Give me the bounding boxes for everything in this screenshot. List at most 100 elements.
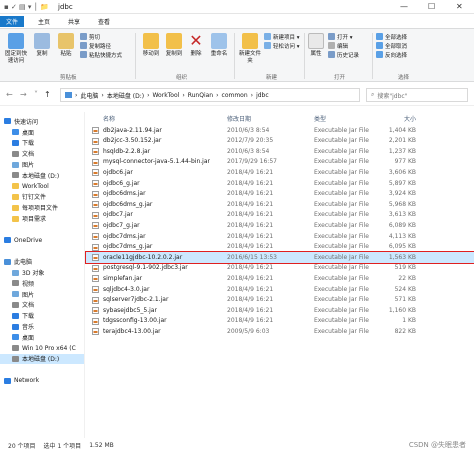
sidebar-item[interactable]: 钉钉文件 <box>0 192 84 203</box>
sidebar-item[interactable]: 快速访问 <box>0 116 84 127</box>
file-row[interactable]: ojdbc7_g.jar 2018/4/9 16:21 Executable Jar… <box>86 220 474 231</box>
close-button[interactable]: ✕ <box>456 2 463 11</box>
sidebar-item[interactable] <box>0 364 84 375</box>
file-row[interactable]: ojdbc7dms_g.jar 2018/4/9 16:21 Executable … <box>86 242 474 253</box>
breadcrumb-item[interactable]: WorkTool <box>152 92 179 99</box>
file-size: 571 KB <box>394 296 416 304</box>
search-input[interactable]: ⌕ 搜索"jdbc" <box>366 88 468 102</box>
open-button[interactable]: 打开 ▾ <box>328 32 359 41</box>
sidebar-item[interactable]: WorkTool <box>0 181 84 192</box>
file-row[interactable]: ojdbc6dms.jar 2018/4/9 16:21 Executable Ja… <box>86 189 474 200</box>
maximize-button[interactable]: ☐ <box>428 2 435 11</box>
file-row[interactable]: terajdbc4-13.00.jar 2009/5/9 6:03 Executab… <box>86 326 474 337</box>
column-header-date[interactable]: 修改日期 <box>227 114 251 123</box>
sidebar-item[interactable]: 下载 <box>0 310 84 321</box>
file-row[interactable]: tdgssconfig-13.00.jar 2018/4/9 16:21 Execu… <box>86 316 474 327</box>
tab-view[interactable]: 查看 <box>92 16 116 27</box>
sidebar-item[interactable]: 文档 <box>0 148 84 159</box>
select-none-button[interactable]: 全部取消 <box>376 41 407 50</box>
title-bar: ▪ ✓ ▤ ▾ │ 📁 jdbc — ☐ ✕ <box>0 0 474 14</box>
easy-access-button[interactable]: 轻松访问 ▾ <box>264 41 300 50</box>
sidebar-item[interactable]: 下载 <box>0 138 84 149</box>
sidebar-item[interactable]: Win 10 Pro x64 (C <box>0 343 84 354</box>
open-icon <box>328 33 335 40</box>
sidebar-item[interactable]: 本地磁盘 (D:) <box>0 170 84 181</box>
invert-selection-button[interactable]: 反向选择 <box>376 50 407 59</box>
sidebar-item[interactable]: 视频 <box>0 278 84 289</box>
cut-button[interactable]: 剪切 <box>80 32 122 41</box>
file-row[interactable]: db2java-2.11.94.jar 2010/6/3 8:54 Executab… <box>86 125 474 136</box>
breadcrumb-item[interactable]: common <box>222 92 248 99</box>
quick-access-toolbar[interactable]: ▪ ✓ ▤ ▾ │ 📁 <box>4 3 49 11</box>
breadcrumb[interactable]: › 此电脑 › 本地磁盘 (D:) › WorkTool › RunQian › com… <box>60 88 360 102</box>
copy-to-button[interactable]: 复制到 <box>163 33 185 58</box>
new-item-button[interactable]: 新建项目 ▾ <box>264 32 300 41</box>
breadcrumb-item[interactable]: 此电脑 <box>80 91 98 100</box>
pin-button[interactable]: 固定到快速访问 <box>3 33 29 65</box>
tab-home[interactable]: 主页 <box>32 16 56 27</box>
column-header-type[interactable]: 类型 <box>314 114 326 123</box>
file-row[interactable]: ojdbc7.jar 2018/4/9 16:21 Executable Jar F… <box>86 210 474 221</box>
copy-button[interactable]: 复制 <box>32 33 52 58</box>
file-row[interactable]: postgresql-9.1-902.jdbc3.jar 2018/4/9 16:… <box>86 263 474 274</box>
sidebar-item[interactable]: OneDrive <box>0 235 84 246</box>
sidebar-item[interactable]: 此电脑 <box>0 256 84 267</box>
file-date: 2010/6/3 8:54 <box>227 147 270 155</box>
sidebar-item[interactable]: 3D 对象 <box>0 267 84 278</box>
file-row[interactable]: oracle11gjdbc-10.2.0.2.jar 2016/6/15 13:5… <box>85 251 474 264</box>
file-name: db2jcc-3.50.152.jar <box>103 137 162 145</box>
file-row[interactable]: db2jcc-3.50.152.jar 2012/7/9 20:35 Executa… <box>86 136 474 147</box>
minimize-button[interactable]: — <box>400 2 408 11</box>
sidebar-item[interactable]: 桌面 <box>0 332 84 343</box>
recent-chevron-icon[interactable]: ˅ <box>34 90 38 99</box>
up-arrow-icon[interactable]: ↑ <box>44 90 51 99</box>
sidebar-item[interactable]: 文档 <box>0 300 84 311</box>
column-header-size[interactable]: 大小 <box>404 114 416 123</box>
file-row[interactable]: ojdbc6.jar 2018/4/9 16:21 Executable Jar F… <box>86 167 474 178</box>
breadcrumb-item[interactable]: jdbc <box>256 92 269 99</box>
file-row[interactable]: hsqldb-2.2.8.jar 2010/6/3 8:54 Executable … <box>86 146 474 157</box>
move-to-button[interactable]: 移动到 <box>140 33 162 58</box>
sidebar-item[interactable]: 桌面 <box>0 127 84 138</box>
file-row[interactable]: sqljdbc4-3.0.jar 2018/4/9 16:21 Executable… <box>86 284 474 295</box>
tab-share[interactable]: 共享 <box>62 16 86 27</box>
new-folder-icon <box>242 33 258 49</box>
sidebar-item[interactable]: 项目需求 <box>0 213 84 224</box>
file-name: simplefan.jar <box>103 274 143 282</box>
paste-button[interactable]: 粘贴 <box>55 33 77 58</box>
forward-arrow-icon[interactable]: → <box>20 90 27 99</box>
properties-button[interactable]: 属性 <box>306 33 326 58</box>
sidebar-item[interactable]: 图片 <box>0 289 84 300</box>
tab-file[interactable]: 文件 <box>0 16 25 27</box>
file-row[interactable]: ojdbc7dms.jar 2018/4/9 16:21 Executable Ja… <box>86 231 474 242</box>
breadcrumb-item[interactable]: RunQian <box>188 92 213 99</box>
sidebar-item-label: OneDrive <box>14 236 43 244</box>
column-header-name[interactable]: 名称 <box>103 114 115 123</box>
sidebar-item[interactable]: 每项项目文件 <box>0 202 84 213</box>
sidebar-item[interactable]: 图片 <box>0 159 84 170</box>
selected-count: 选中 1 个项目 <box>43 443 82 450</box>
paste-shortcut-button[interactable]: 粘贴快捷方式 <box>80 50 122 59</box>
edit-button[interactable]: 编辑 <box>328 41 359 50</box>
file-size: 5,897 KB <box>388 179 416 187</box>
sidebar-item[interactable]: 本地磁盘 (D:) <box>0 353 84 365</box>
file-row[interactable]: ojdbc6_g.jar 2018/4/9 16:21 Executable Jar… <box>86 178 474 189</box>
file-row[interactable]: simplefan.jar 2018/4/9 16:21 Executable Ja… <box>86 273 474 284</box>
file-row[interactable]: ojdbc6dms_g.jar 2018/4/9 16:21 Executable … <box>86 199 474 210</box>
sidebar-item[interactable]: Network <box>0 375 84 386</box>
file-row[interactable]: mysql-connector-java-5.1.44-bin.jar 2017/… <box>86 157 474 168</box>
sidebar-item[interactable] <box>0 246 84 257</box>
back-arrow-icon[interactable]: ← <box>6 90 13 99</box>
file-row[interactable]: sqlserver7jdbc-2.1.jar 2018/4/9 16:21 Exec… <box>86 295 474 306</box>
sidebar-item-label: Win 10 Pro x64 (C <box>22 344 76 352</box>
select-all-button[interactable]: 全部选择 <box>376 32 407 41</box>
sidebar-item[interactable] <box>0 224 84 235</box>
history-button[interactable]: 历史记录 <box>328 50 359 59</box>
delete-button[interactable]: ✕ 删除 <box>186 33 206 58</box>
new-folder-button[interactable]: 新建文件夹 <box>237 33 263 65</box>
copy-path-button[interactable]: 复制路径 <box>80 41 122 50</box>
file-row[interactable]: sybasejdbc5_5.jar 2018/4/9 16:21 Executabl… <box>86 305 474 316</box>
breadcrumb-item[interactable]: 本地磁盘 (D:) <box>107 91 144 100</box>
sidebar-item[interactable]: 音乐 <box>0 321 84 332</box>
rename-button[interactable]: 重命名 <box>207 33 231 58</box>
